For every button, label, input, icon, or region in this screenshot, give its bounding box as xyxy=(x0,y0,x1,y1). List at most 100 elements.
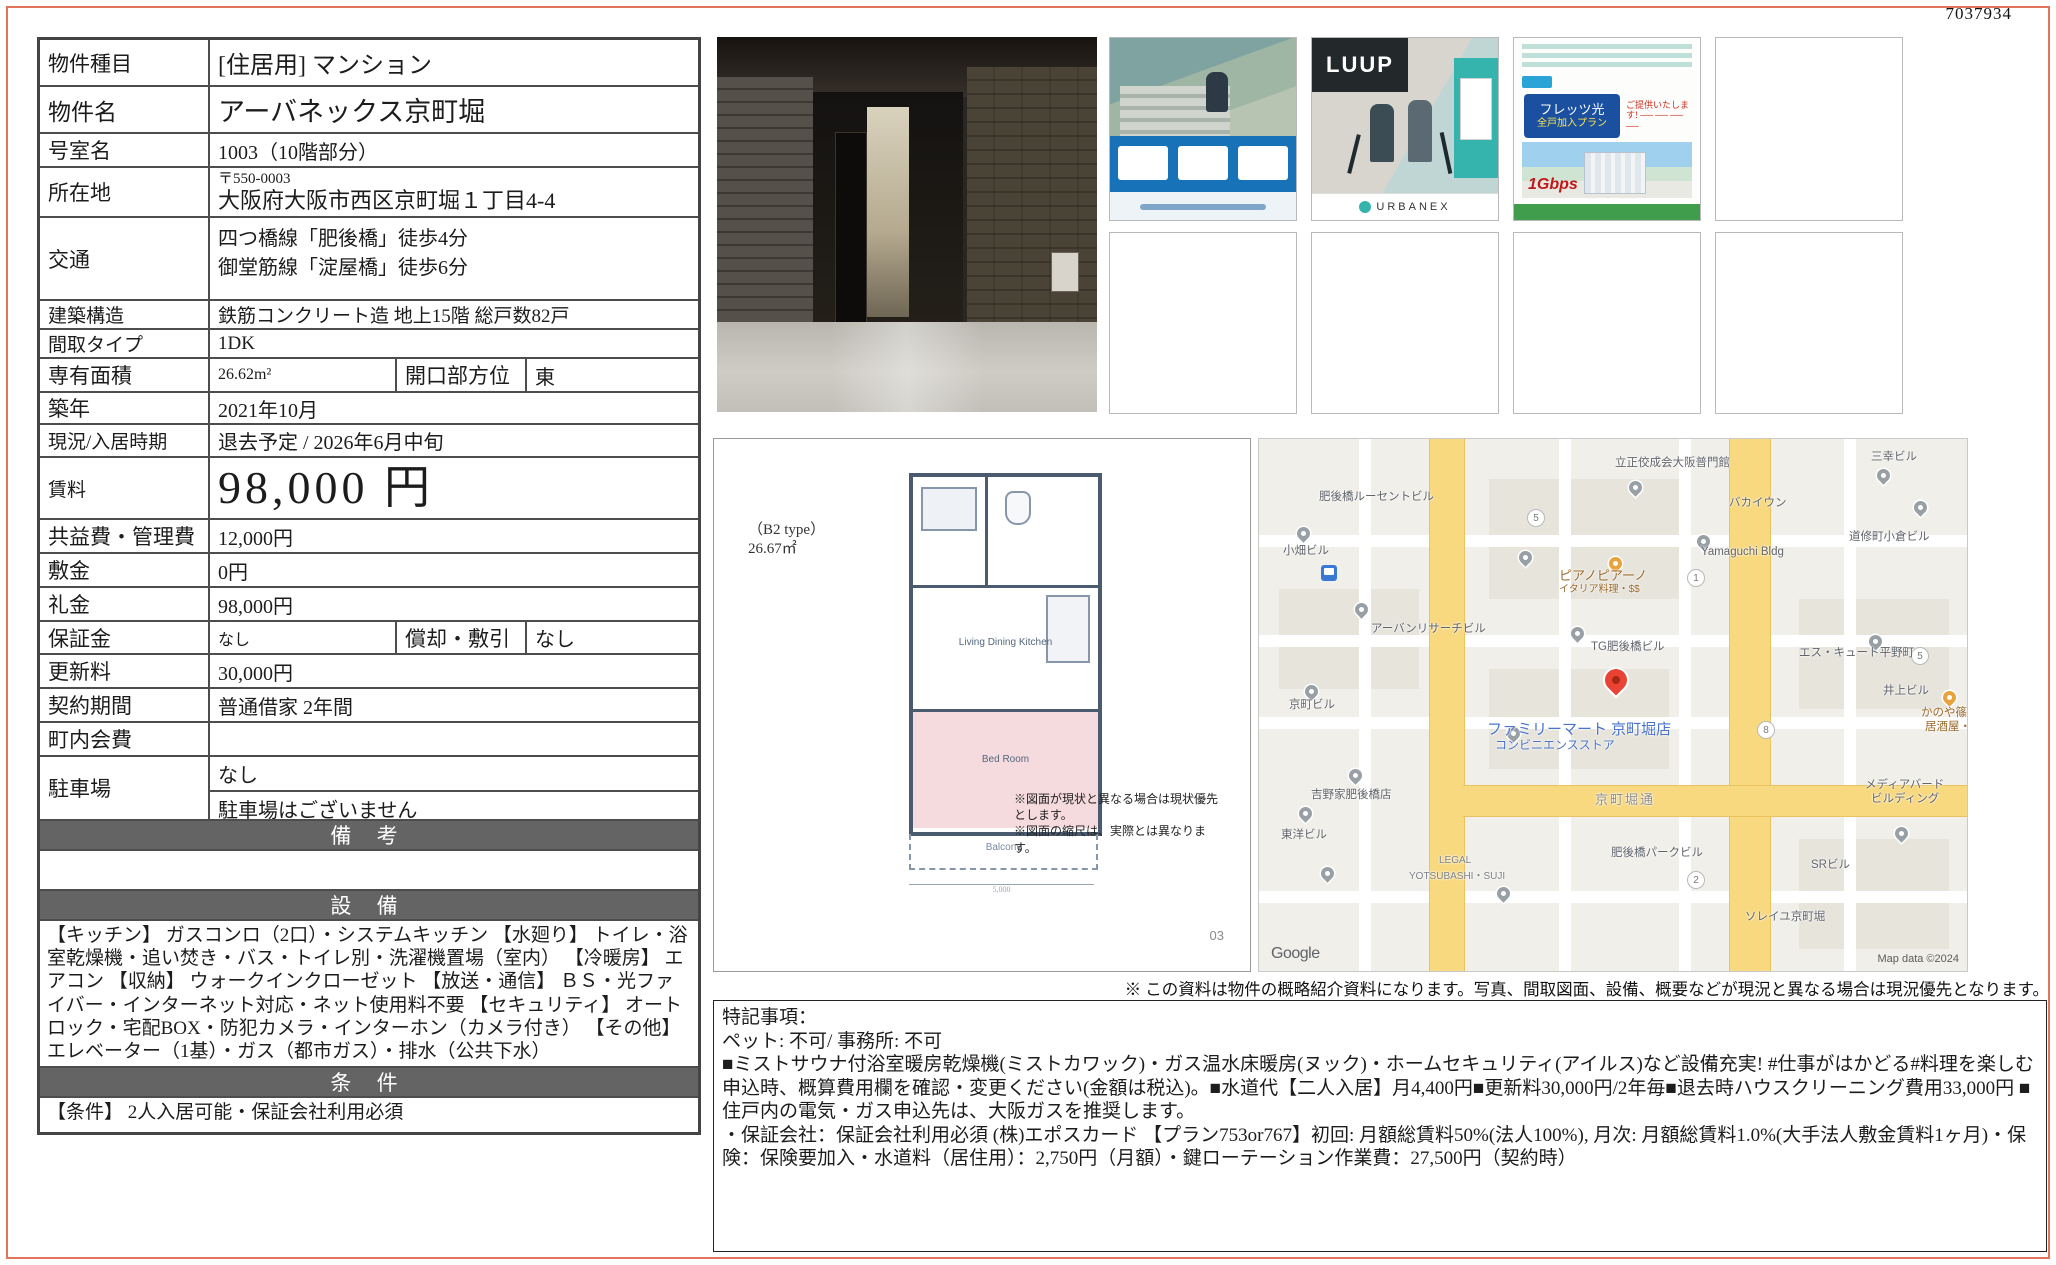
map-label: アーバンリサーチビル xyxy=(1371,623,1486,636)
row-value-2: なし xyxy=(527,622,698,653)
row-label: 物件種目 xyxy=(40,40,210,85)
access-line-2: 御堂筋線「淀屋橋」徒歩6分 xyxy=(218,251,690,280)
row-label: 賃料 xyxy=(40,458,210,518)
row-value: 12,000円 xyxy=(210,520,698,552)
map-road-major xyxy=(1729,439,1771,971)
map-label: ビルディング xyxy=(1871,793,1939,806)
flets-name: フレッツ光 xyxy=(1539,103,1604,117)
map-label: イタリア料理・$$ xyxy=(1559,584,1640,596)
row-value: 1DK xyxy=(210,330,698,357)
thumb2-footer: URBANEX xyxy=(1312,193,1498,220)
row-value: 30,000円 xyxy=(210,655,698,687)
property-table: 物件種目 [住居用] マンション 物件名 アーバネックス京町堀 号室名 1003… xyxy=(37,37,701,1135)
empty-photo-slot xyxy=(1715,37,1903,221)
photo-pavement xyxy=(717,322,1097,412)
map-number-marker: 8 xyxy=(1757,721,1775,739)
row-label: 駐車場 xyxy=(40,757,210,819)
map-label: 井上ビル xyxy=(1883,685,1929,698)
map-road-yotsubashi-suji xyxy=(1429,439,1465,971)
map-street xyxy=(1679,439,1691,971)
map-label: エス・キュート平野町 xyxy=(1799,647,1914,660)
empty-photo-slot xyxy=(1311,232,1499,414)
map-copyright: Map data ©2024 xyxy=(1878,953,1960,965)
table-row: 礼金 98,000円 xyxy=(40,588,698,622)
thumb2-person xyxy=(1408,100,1432,162)
map-label: 小畑ビル xyxy=(1283,545,1329,558)
row-value xyxy=(210,723,698,755)
row-value: なし xyxy=(210,622,395,653)
floorplan-dimension-line: 5,000 xyxy=(909,884,1094,894)
map-label: バカイウン xyxy=(1729,497,1787,510)
row-label: 更新料 xyxy=(40,655,210,687)
row-value: 26.62m² xyxy=(210,359,395,391)
thumb1-panel xyxy=(1178,146,1228,180)
map-label: TG肥後橋ビル xyxy=(1591,641,1664,654)
table-row: 現況/入居時期 退去予定 / 2026年6月中旬 xyxy=(40,425,698,458)
floorplan-type-area: （B2 type） 26.67㎡ xyxy=(748,521,825,559)
map-label: 吉野家肥後橋店 xyxy=(1311,789,1392,802)
map-street xyxy=(1559,439,1571,971)
row-label-2: 償却・敷引 xyxy=(395,622,527,653)
floorplan-toilet xyxy=(1005,491,1031,525)
brochure-thumbnail-1 xyxy=(1109,37,1297,221)
photo-sign-plate xyxy=(1051,252,1079,292)
brochure-thumbnail-flets: フレッツ光 全戸加入プラン ご提供いたします! ── ── ── ── 1Gbp… xyxy=(1513,37,1701,221)
map-label: 道修町小倉ビル xyxy=(1849,531,1930,544)
parking-note: 駐車場はございません xyxy=(210,792,698,825)
map-label: コンビニエンスストア xyxy=(1495,739,1615,753)
table-row: 築年 2021年10月 xyxy=(40,393,698,425)
map-label: SRビル xyxy=(1811,859,1850,872)
special-notes-para-2: ・保証会社：保証会社利用必須 (株)エポスカード 【プラン753or767】初回… xyxy=(722,1124,2038,1171)
flets-badge: フレッツ光 全戸加入プラン xyxy=(1524,94,1620,138)
flets-plan: 全戸加入プラン xyxy=(1537,118,1607,129)
disclaimer-note: ※ この資料は物件の概略紹介資料になります。写真、間取図面、設備、概要などが現況… xyxy=(713,976,2049,1000)
row-value: アーバネックス京町堀 xyxy=(210,87,698,132)
map-number-marker: 2 xyxy=(1687,871,1705,889)
parking-availability: なし xyxy=(210,757,698,792)
luup-logo: LUUP xyxy=(1312,38,1408,92)
google-logo: Google xyxy=(1271,945,1320,963)
table-row: 町内会費 xyxy=(40,723,698,757)
map-label: 東洋ビル xyxy=(1281,829,1327,842)
entrance-photo xyxy=(717,37,1097,412)
photo-door xyxy=(835,132,867,324)
row-label: 共益費・管理費 xyxy=(40,520,210,552)
floorplan-panel: （B2 type） 26.67㎡ Living Dining Kitchen B… xyxy=(713,438,1251,972)
row-label: 保証金 xyxy=(40,622,210,653)
row-label: 敷金 xyxy=(40,554,210,586)
equipment-body: 【キッチン】 ガスコンロ（2口）・システムキッチン 【水廻り】 トイレ・浴室乾燥… xyxy=(40,921,698,1068)
location-map[interactable]: 5 1 8 2 5 立正佼成会大阪普門館 三幸ビル 肥後橋ルーセントビル バカイ… xyxy=(1258,438,1968,972)
map-label: 居酒屋・ xyxy=(1925,721,1968,734)
row-label: 礼金 xyxy=(40,588,210,620)
document-id: 7037934 xyxy=(1946,4,2013,24)
row-label: 専有面積 xyxy=(40,359,210,391)
thumb3-headline-lines xyxy=(1522,44,1692,70)
urbanex-brand: URBANEX xyxy=(1376,201,1450,213)
row-label: 号室名 xyxy=(40,134,210,166)
table-row: 敷金 0円 xyxy=(40,554,698,588)
table-row: 物件種目 [住居用] マンション xyxy=(40,40,698,87)
access-line-1: 四つ橋線「肥後橋」徒歩4分 xyxy=(218,222,690,251)
floorplan-wall xyxy=(985,477,988,585)
thumb3-building xyxy=(1584,152,1646,194)
table-row: 共益費・管理費 12,000円 xyxy=(40,520,698,554)
map-label: Yamaguchi Bldg xyxy=(1701,546,1784,559)
flets-speed: 1Gbps xyxy=(1528,176,1578,194)
row-value: 0円 xyxy=(210,554,698,586)
row-label: 間取タイプ xyxy=(40,330,210,357)
table-row: 保証金 なし 償却・敷引 なし xyxy=(40,622,698,655)
table-row: 更新料 30,000円 xyxy=(40,655,698,689)
thumb1-footer xyxy=(1110,192,1296,220)
special-notes-para-1: ■ミストサウナ付浴室暖房乾燥機(ミストカワック)・ガス温水床暖房(ヌック)・ホー… xyxy=(722,1053,2038,1124)
thumb1-panel xyxy=(1238,146,1288,180)
table-row: 賃料 98,000 円 xyxy=(40,458,698,520)
map-label: LEGAL xyxy=(1439,855,1471,867)
row-value: 普通借家 2年間 xyxy=(210,689,698,721)
thumb3-red-text: ご提供いたします! ── ── ── ── xyxy=(1626,100,1692,132)
table-row: 間取タイプ 1DK xyxy=(40,330,698,359)
row-label: 交通 xyxy=(40,218,210,299)
table-row: 契約期間 普通借家 2年間 xyxy=(40,689,698,723)
map-label: 立正佼成会大阪普門館 xyxy=(1615,457,1730,470)
map-label: ピアノピアーノ xyxy=(1559,569,1647,584)
ntt-logo xyxy=(1522,76,1552,88)
